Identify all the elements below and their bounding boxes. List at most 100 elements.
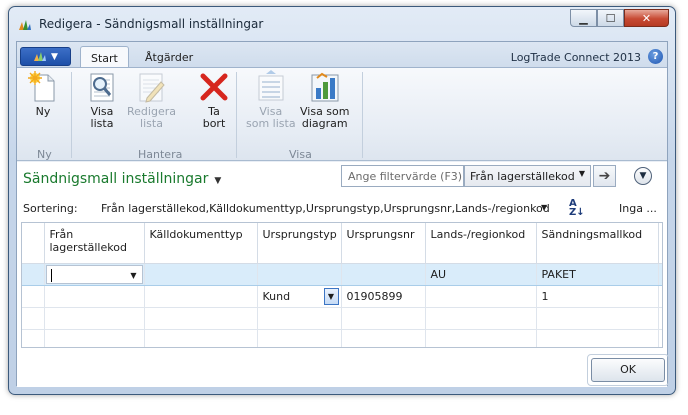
table-cell[interactable] bbox=[536, 307, 659, 330]
view-list-label-2: lista bbox=[90, 117, 114, 130]
cell-editor[interactable]: ▼ bbox=[45, 264, 143, 284]
page-content: Sändnigsmall inställningar ▼ Ange filterv… bbox=[17, 162, 669, 387]
new-document-icon bbox=[28, 71, 55, 102]
column-header-ursprungsnr[interactable]: Ursprungsnr bbox=[341, 223, 426, 264]
ribbon-separator bbox=[71, 72, 72, 158]
show-as-chart-button[interactable]: Visa som diagram bbox=[300, 70, 349, 130]
expand-filter-button[interactable]: ▼ bbox=[634, 167, 652, 185]
table-cell[interactable] bbox=[425, 285, 537, 308]
table-cell[interactable]: PAKET bbox=[536, 262, 659, 286]
row-indicator[interactable] bbox=[22, 262, 45, 286]
column-header-kalldokumenttyp[interactable]: Källdokumenttyp bbox=[144, 223, 258, 264]
edit-list-button[interactable]: Redigera lista bbox=[127, 70, 176, 130]
table-row[interactable]: Kund ▼ 01905899 1 bbox=[22, 285, 662, 308]
column-header-lands-regionkod[interactable]: Lands-/regionkod bbox=[425, 223, 537, 264]
table-cell[interactable]: AU bbox=[425, 262, 537, 286]
chevron-down-icon[interactable]: ▼ bbox=[323, 287, 339, 305]
close-button[interactable]: ✕ bbox=[624, 9, 669, 27]
fran-lagerstallekod-input[interactable]: ▼ bbox=[44, 262, 145, 286]
table-cell[interactable]: 01905899 bbox=[341, 285, 426, 308]
application-menu-button[interactable]: ▼ bbox=[20, 47, 71, 66]
column-header-sandningsmallkod[interactable]: Sändningsmallkod bbox=[536, 223, 659, 264]
table-cell-filler bbox=[658, 285, 662, 308]
table-cell[interactable] bbox=[144, 329, 258, 347]
group-label-hantera: Hantera bbox=[138, 148, 183, 161]
table-cell[interactable] bbox=[425, 329, 537, 347]
table-cell-filler bbox=[658, 307, 662, 330]
table-cell[interactable] bbox=[257, 329, 342, 347]
filter-more[interactable]: Inga ... bbox=[619, 202, 657, 215]
filter-field-select[interactable]: Från lagerställekod ▼ bbox=[464, 165, 591, 187]
minimize-icon: ▁ bbox=[579, 11, 588, 25]
column-header-ursprungstyp[interactable]: Ursprungstyp bbox=[257, 223, 342, 264]
table-cell[interactable] bbox=[44, 285, 145, 308]
column-header-filler bbox=[658, 223, 662, 264]
filter-input[interactable]: Ange filtervärde (F3) bbox=[341, 165, 464, 187]
ok-button[interactable]: OK bbox=[591, 358, 665, 382]
new-button[interactable]: Ny bbox=[26, 70, 60, 118]
table-cell[interactable] bbox=[257, 307, 342, 330]
row-indicator-header bbox=[22, 223, 45, 264]
text-cursor bbox=[50, 268, 52, 282]
table-cell[interactable] bbox=[44, 329, 145, 347]
column-header-line: lagerställekod bbox=[49, 241, 127, 254]
chevron-down-icon: ▼ bbox=[214, 176, 222, 186]
delete-button[interactable]: Ta bort bbox=[197, 70, 231, 130]
show-as-chart-icon bbox=[311, 72, 339, 102]
table-row[interactable] bbox=[22, 307, 662, 330]
table-cell-filler bbox=[658, 262, 662, 286]
chevron-down-icon[interactable]: ▼ bbox=[130, 271, 136, 280]
maximize-icon: ☐ bbox=[605, 11, 616, 25]
help-icon[interactable]: ? bbox=[648, 49, 663, 64]
delete-label-2: bort bbox=[202, 117, 226, 130]
application-window: Redigera - Sändnigsmall inställningar ▁ … bbox=[8, 6, 676, 395]
sort-label: Sortering: bbox=[23, 202, 78, 215]
ribbon-panel: Ny Ny Visa lista Redigera lista Ta bort … bbox=[17, 67, 667, 161]
chevron-down-icon: ▼ bbox=[51, 51, 58, 62]
table-cell[interactable] bbox=[341, 262, 426, 286]
ribbon-separator bbox=[236, 72, 237, 158]
data-grid: Från lagerställekod Källdokumenttyp Urspr… bbox=[21, 222, 663, 348]
tab-atgarder[interactable]: Åtgärder bbox=[135, 46, 203, 68]
ursprungstyp-value: Kund bbox=[262, 289, 291, 303]
table-row[interactable]: ▼ AU PAKET bbox=[22, 262, 662, 286]
title-bar[interactable]: Redigera - Sändnigsmall inställningar ▁ … bbox=[9, 7, 675, 39]
close-icon: ✕ bbox=[641, 11, 652, 25]
table-cell[interactable] bbox=[341, 329, 426, 347]
group-label-visa: Visa bbox=[289, 148, 312, 161]
table-row[interactable] bbox=[22, 329, 662, 347]
maximize-button[interactable]: ☐ bbox=[597, 9, 624, 27]
row-indicator[interactable] bbox=[22, 307, 45, 330]
ursprungstyp-select[interactable]: Kund ▼ bbox=[257, 285, 342, 308]
table-cell[interactable] bbox=[536, 329, 659, 347]
row-indicator[interactable] bbox=[22, 285, 45, 308]
table-cell[interactable] bbox=[257, 262, 342, 286]
client-area: ▼ Start Åtgärder LogTrade Connect 2013 ?… bbox=[16, 41, 669, 387]
sort-value[interactable]: Från lagerställekod,Källdokumenttyp,Ursp… bbox=[101, 202, 550, 215]
show-as-list-button[interactable]: Visa som lista bbox=[246, 70, 296, 130]
ribbon-separator bbox=[362, 72, 363, 158]
table-cell[interactable] bbox=[341, 307, 426, 330]
column-header-fran-lagerstallekod[interactable]: Från lagerställekod bbox=[44, 223, 145, 264]
minimize-button[interactable]: ▁ bbox=[570, 9, 597, 27]
view-list-button[interactable]: Visa lista bbox=[85, 70, 119, 130]
table-cell[interactable] bbox=[44, 307, 145, 330]
page-title[interactable]: Sändnigsmall inställningar ▼ bbox=[23, 171, 221, 187]
show-as-chart-label-2: diagram bbox=[301, 117, 348, 130]
chevron-down-icon[interactable]: ▼ bbox=[541, 203, 547, 212]
table-cell[interactable] bbox=[425, 307, 537, 330]
table-cell[interactable] bbox=[144, 285, 258, 308]
edit-list-label-2: lista bbox=[140, 117, 163, 130]
ribbon-tab-row: ▼ Start Åtgärder LogTrade Connect 2013 ? bbox=[17, 42, 667, 68]
edit-list-icon bbox=[139, 73, 166, 103]
apply-filter-button[interactable]: ➔ bbox=[593, 165, 616, 187]
sort-row: Sortering: Från lagerställekod,Källdokum… bbox=[17, 198, 667, 220]
tab-start[interactable]: Start bbox=[80, 46, 129, 68]
row-indicator[interactable] bbox=[22, 329, 45, 347]
table-cell[interactable]: 1 bbox=[536, 285, 659, 308]
table-cell[interactable] bbox=[144, 262, 258, 286]
table-cell[interactable] bbox=[144, 307, 258, 330]
sort-direction-icon[interactable]: A Z↓ bbox=[569, 199, 585, 218]
product-name: LogTrade Connect 2013 bbox=[510, 51, 641, 64]
new-button-label: Ny bbox=[35, 105, 51, 118]
